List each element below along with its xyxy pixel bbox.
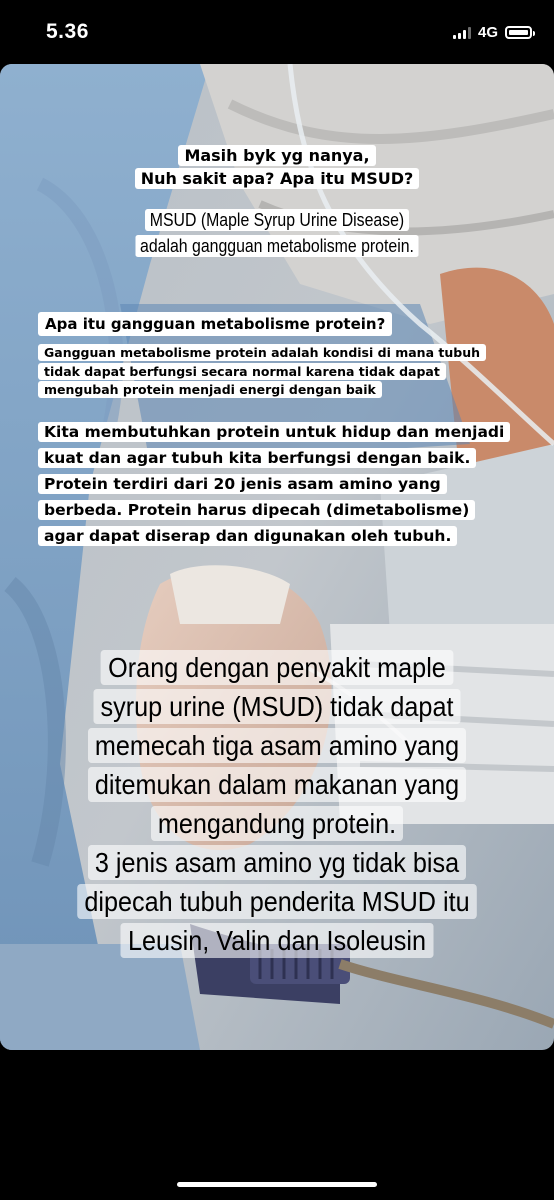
status-time: 5.36: [46, 20, 89, 43]
story-frame[interactable]: Masih byk yg nanya, Nuh sakit apa? Apa i…: [0, 64, 554, 1050]
caption-metabolism-question-text: Apa itu gangguan metabolisme protein?: [38, 312, 393, 336]
home-indicator[interactable]: [177, 1182, 377, 1187]
status-icons: 4G: [452, 24, 535, 41]
caption-metabolism-answer-text: Gangguan metabolisme protein adalah kond…: [38, 344, 486, 398]
caption-question-intro-text: Masih byk yg nanya, Nuh sakit apa? Apa i…: [134, 145, 420, 189]
battery-full-icon: [505, 26, 535, 39]
caption-metabolism-question: Apa itu gangguan metabolisme protein?: [38, 312, 393, 336]
caption-msud-definition-text: MSUD (Maple Syrup Urine Disease) adalah …: [135, 209, 419, 257]
status-bar: 5.36 4G: [0, 0, 554, 64]
cellular-signal-icon: [452, 26, 471, 39]
caption-metabolism-answer: Gangguan metabolisme protein adalah kond…: [38, 344, 508, 400]
caption-protein-explanation-text: Kita membutuhkan protein untuk hidup dan…: [38, 422, 511, 546]
network-type-label: 4G: [477, 24, 498, 41]
caption-msud-definition: MSUD (Maple Syrup Urine Disease) adalah …: [33, 207, 521, 259]
caption-amino-acids-text: Orang dengan penyakit maple syrup urine …: [77, 650, 477, 958]
caption-question-intro: Masih byk yg nanya, Nuh sakit apa? Apa i…: [0, 144, 554, 190]
caption-amino-acids: Orang dengan penyakit maple syrup urine …: [28, 609, 527, 960]
caption-protein-explanation: Kita membutuhkan protein untuk hidup dan…: [38, 419, 511, 549]
